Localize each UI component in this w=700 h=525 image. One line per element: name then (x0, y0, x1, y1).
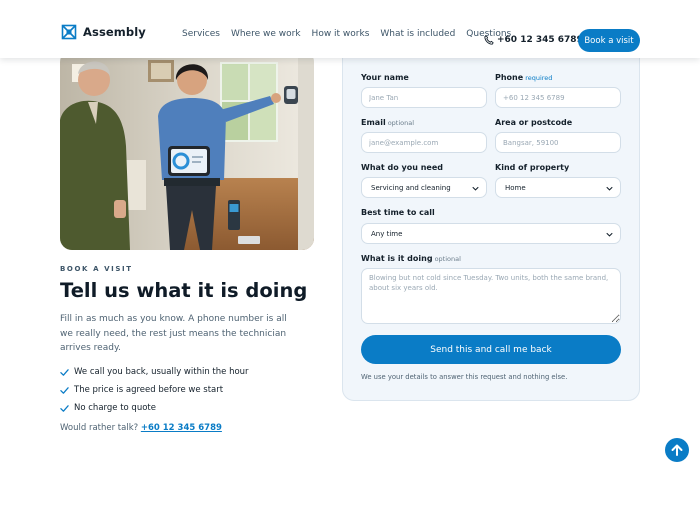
assembly-logo-icon (61, 24, 77, 40)
need-select-value: Servicing and cleaning (371, 183, 451, 192)
book-a-visit-button[interactable]: Book a visit (578, 29, 640, 52)
property-label: Kind of property (495, 163, 569, 172)
email-label: Email optional (361, 118, 414, 127)
phone-icon (484, 35, 494, 45)
issue-label-text: What is it doing (361, 254, 433, 263)
nav-item-where-we-work[interactable]: Where we work (231, 29, 301, 39)
property-select[interactable]: Home (495, 177, 621, 198)
email-input[interactable] (361, 132, 487, 153)
phone-label: Phone required (495, 73, 552, 82)
alt-contact-prefix: Would rather talk? (60, 423, 139, 433)
phone-input[interactable] (495, 87, 621, 108)
required-tag: required (525, 74, 553, 82)
name-label: Your name (361, 73, 409, 82)
intro-paragraph: Fill in as much as you know. A phone num… (60, 314, 287, 353)
benefit-text: No charge to quote (74, 403, 156, 413)
section-eyebrow: BOOK A VISIT (60, 265, 133, 273)
optional-tag: optional (387, 119, 415, 127)
time-label-text: Best time to call (361, 208, 435, 217)
issue-label: What is it doing optional (361, 254, 461, 263)
checkmark-icon (60, 368, 69, 376)
email-label-text: Email (361, 118, 386, 127)
main-nav: Services Where we work How it works What… (182, 29, 522, 39)
arrow-up-icon (671, 444, 683, 456)
area-input[interactable] (495, 132, 621, 153)
chevron-down-icon (606, 232, 613, 237)
nav-item-what-is-included[interactable]: What is included (380, 29, 455, 39)
area-label: Area or postcode (495, 118, 572, 127)
benefit-item: No charge to quote (60, 399, 249, 417)
need-label-text: What do you need (361, 163, 443, 172)
name-input[interactable] (361, 87, 487, 108)
nav-item-how-it-works[interactable]: How it works (312, 29, 370, 39)
benefit-item: We call you back, usually within the hou… (60, 363, 249, 381)
benefit-item: The price is agreed before we start (60, 381, 249, 399)
brand-name: Assembly (83, 25, 146, 39)
alt-contact: Would rather talk? +60 12 345 6789 (60, 423, 222, 433)
phone-label-text: Phone (495, 73, 524, 82)
need-select[interactable]: Servicing and cleaning (361, 177, 487, 198)
name-label-text: Your name (361, 73, 409, 82)
issue-textarea[interactable] (361, 268, 621, 324)
chevron-down-icon (472, 186, 479, 191)
header-phone-link[interactable]: +60 12 345 6789 (484, 35, 583, 45)
time-label: Best time to call (361, 208, 435, 217)
checkmark-icon (60, 386, 69, 394)
page-title: Tell us what it is doing (60, 279, 308, 302)
benefit-text: The price is agreed before we start (74, 385, 224, 395)
brand-logo[interactable]: Assembly (61, 24, 146, 40)
benefit-list: We call you back, usually within the hou… (60, 363, 249, 417)
nav-item-services[interactable]: Services (182, 29, 220, 39)
need-label: What do you need (361, 163, 443, 172)
checkmark-icon (60, 404, 69, 412)
call-time-select[interactable]: Any time (361, 223, 621, 244)
back-to-top-button[interactable] (665, 438, 689, 462)
area-label-text: Area or postcode (495, 118, 573, 127)
site-header: Assembly Services Where we work How it w… (0, 0, 700, 58)
chevron-down-icon (606, 186, 613, 191)
benefit-text: We call you back, usually within the hou… (74, 367, 249, 377)
call-time-select-value: Any time (371, 229, 403, 238)
property-select-value: Home (505, 183, 526, 192)
submit-button[interactable]: Send this and call me back (361, 335, 621, 364)
alt-contact-phone-link[interactable]: +60 12 345 6789 (141, 423, 222, 433)
privacy-note: We use your details to answer this reque… (361, 373, 568, 381)
property-label-text: Kind of property (495, 163, 570, 172)
header-phone-number: +60 12 345 6789 (497, 35, 583, 45)
hero-photo (60, 50, 314, 250)
optional-tag: optional (434, 255, 461, 263)
technician-thermostat-image (60, 50, 314, 250)
